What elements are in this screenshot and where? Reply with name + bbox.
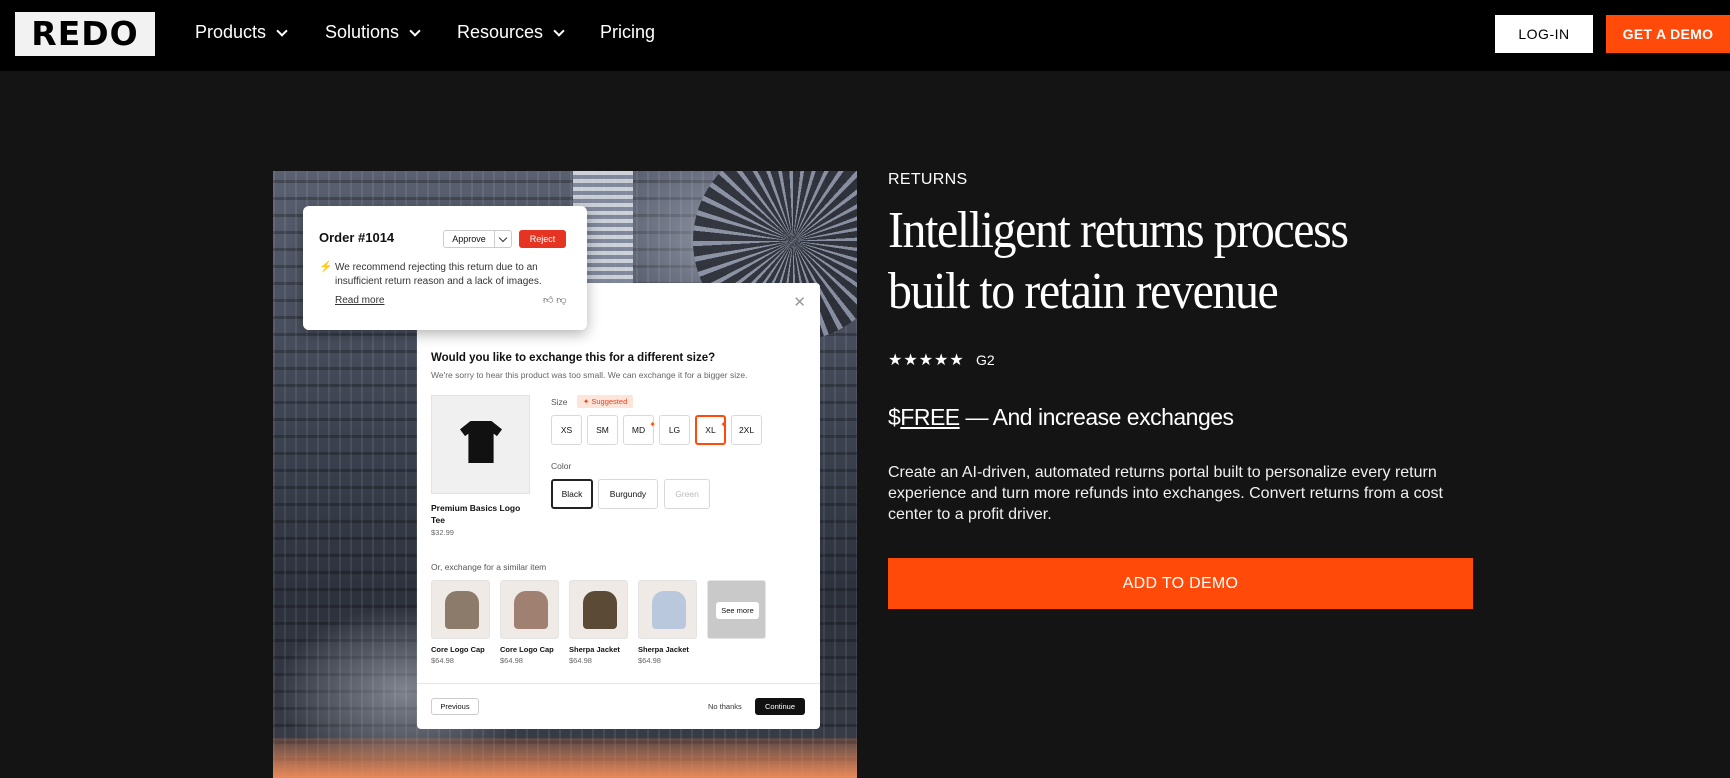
redo-logo[interactable]: REDO <box>15 12 155 56</box>
top-nav: REDO Products Solutions Resources Pricin… <box>0 0 1730 71</box>
see-more-tile[interactable]: See more <box>707 580 766 639</box>
price-free: FREE <box>900 404 960 430</box>
price-line: $FREE — And increase exchanges <box>888 404 1234 431</box>
exchange-question: Would you like to exchange this for a di… <box>431 352 716 364</box>
background-ground <box>273 738 857 778</box>
price-prefix: $ <box>888 404 901 430</box>
recommendation-text: We recommend rejecting this return due t… <box>335 262 542 287</box>
chevron-down-icon <box>409 24 421 37</box>
order-card: Order #1014 Approve Reject ⚡ We recommen… <box>303 206 587 330</box>
color-label: Color <box>551 461 572 471</box>
size-option-xs[interactable]: XS <box>551 415 582 445</box>
tshirt-icon <box>460 421 502 463</box>
section-eyebrow: RETURNS <box>888 171 968 188</box>
nav-solutions[interactable]: Solutions <box>325 22 421 43</box>
star-rating-icon: ★★★★★ <box>888 352 965 369</box>
order-title: Order #1014 <box>319 230 395 245</box>
similar-item[interactable] <box>500 580 559 639</box>
continue-button[interactable]: Continue <box>755 698 805 715</box>
color-option-black[interactable]: Black <box>551 479 593 509</box>
size-label: Size <box>551 397 568 407</box>
similar-item-name: Sherpa Jacket <box>638 645 689 654</box>
suggested-label: Suggested <box>591 397 628 406</box>
modal-footer-divider <box>417 683 820 684</box>
chevron-down-icon <box>553 24 565 37</box>
reject-button[interactable]: Reject <box>519 230 566 248</box>
similar-item-name: Core Logo Cap <box>500 645 554 654</box>
chevron-down-icon <box>276 24 288 37</box>
previous-button[interactable]: Previous <box>431 698 479 715</box>
sparkle-icon: ✦ <box>649 420 656 429</box>
hero-image: Order #1014 Approve Reject ⚡ We recommen… <box>273 171 857 778</box>
jacket-image <box>583 591 617 629</box>
size-option-2xl[interactable]: 2XL <box>731 415 762 445</box>
similar-item-price: $64.98 <box>431 656 454 665</box>
color-option-green[interactable]: Green <box>664 479 710 509</box>
size-option-sm[interactable]: SM <box>587 415 618 445</box>
similar-item-name: Core Logo Cap <box>431 645 485 654</box>
see-more-button[interactable]: See more <box>716 602 759 619</box>
similar-item-name: Sherpa Jacket <box>569 645 620 654</box>
read-more-link[interactable]: Read more <box>335 295 384 306</box>
exchange-subtext: We're sorry to hear this product was too… <box>431 370 748 380</box>
similar-item-price: $64.98 <box>500 656 523 665</box>
similar-item[interactable] <box>638 580 697 639</box>
thumbs-feedback-icons[interactable]: 👍︎ 👎︎ <box>543 294 566 306</box>
exchange-modal: ✕ Would you like to exchange this for a … <box>417 283 820 729</box>
nav-resources[interactable]: Resources <box>457 22 565 43</box>
suggested-badge: ✦ Suggested <box>577 395 634 408</box>
product-price: $32.99 <box>431 528 454 537</box>
description: Create an AI-driven, automated returns p… <box>888 464 1443 523</box>
size-xl-label: XL <box>705 425 716 435</box>
rating-source: G2 <box>976 352 995 368</box>
close-icon[interactable]: ✕ <box>793 293 806 311</box>
nav-pricing-label: Pricing <box>600 22 656 42</box>
get-a-demo-button[interactable]: GET A DEMO <box>1606 15 1730 53</box>
tshirt-image <box>514 591 548 629</box>
bolt-icon: ⚡ <box>319 261 333 273</box>
page-title: Intelligent returns process built to ret… <box>888 202 1349 320</box>
hoodie-image <box>445 591 479 629</box>
price-suffix: — And increase exchanges <box>959 404 1235 430</box>
size-option-xl[interactable]: XL ✦ <box>695 415 727 445</box>
similar-item-price: $64.98 <box>638 656 661 665</box>
sparkle-icon: ✦ <box>720 420 727 429</box>
nav-resources-label: Resources <box>457 22 544 42</box>
nav-solutions-label: Solutions <box>325 22 400 42</box>
size-option-lg[interactable]: LG <box>659 415 690 445</box>
similar-item[interactable] <box>569 580 628 639</box>
product-image <box>431 395 530 494</box>
approve-button[interactable]: Approve <box>443 230 495 248</box>
color-option-burgundy[interactable]: Burgundy <box>598 479 658 509</box>
login-button[interactable]: LOG-IN <box>1495 15 1593 53</box>
size-option-md[interactable]: MD ✦ <box>623 415 656 445</box>
size-md-label: MD <box>631 425 646 435</box>
nav-pricing[interactable]: Pricing <box>600 22 655 43</box>
nav-products-label: Products <box>195 22 267 42</box>
similar-label: Or, exchange for a similar item <box>431 562 547 572</box>
similar-item[interactable] <box>431 580 490 639</box>
similar-item-price: $64.98 <box>569 656 592 665</box>
nav-products[interactable]: Products <box>195 22 288 43</box>
no-thanks-button[interactable]: No thanks <box>708 702 742 711</box>
product-name: Premium Basics Logo Tee <box>431 503 521 525</box>
approve-dropdown-icon[interactable] <box>494 230 512 248</box>
jacket-image <box>652 591 686 629</box>
add-to-demo-button[interactable]: ADD TO DEMO <box>888 558 1473 609</box>
